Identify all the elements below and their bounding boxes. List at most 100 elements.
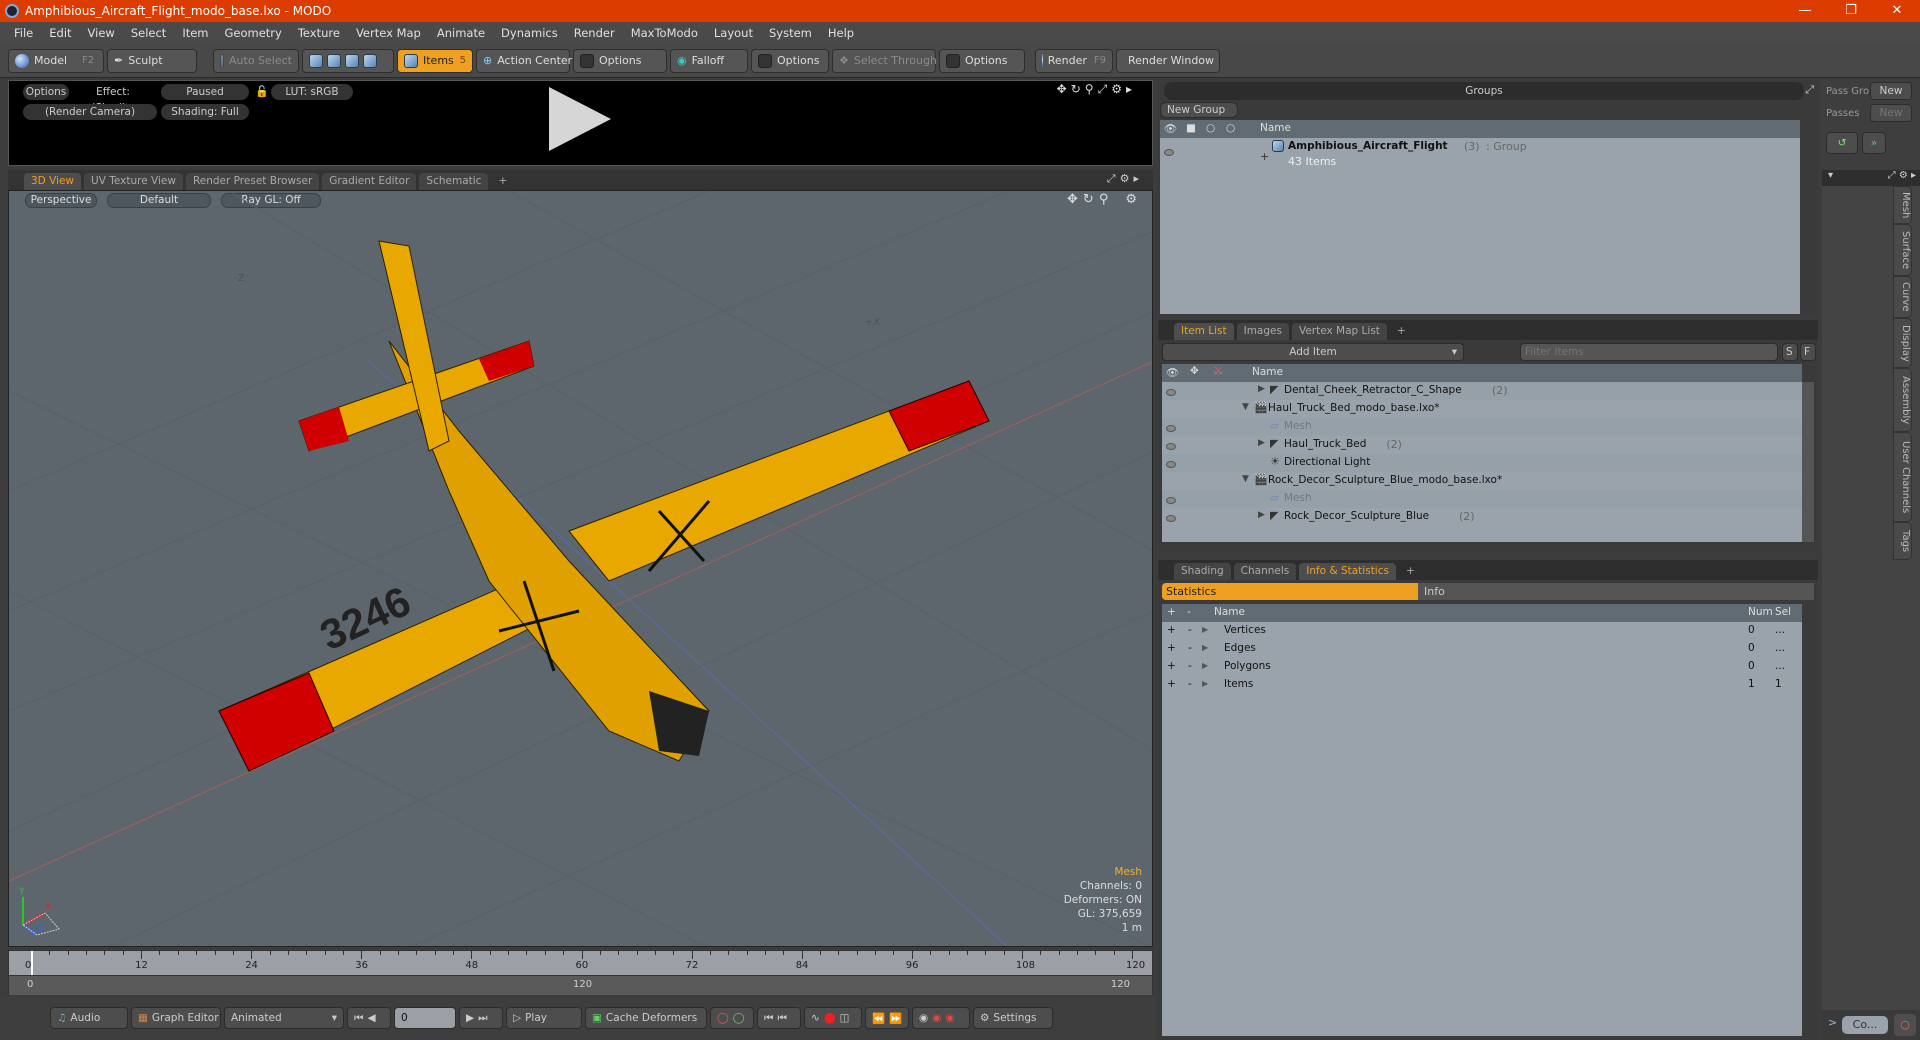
tab-info-statistics[interactable]: Info & Statistics (1299, 563, 1396, 580)
tab-3d-view[interactable]: 3D View (24, 173, 82, 190)
item-list-row[interactable]: ☀ Directional Light (1162, 454, 1802, 472)
stats-row[interactable]: + - ▶ Vertices 0 ... (1162, 622, 1802, 640)
side-tab-curve[interactable]: Curve (1893, 276, 1912, 318)
cache-deformers-button[interactable]: ▣ Cache Deformers (585, 1007, 707, 1029)
maximize-icon[interactable]: ⤢ (1888, 170, 1896, 181)
item-list-row[interactable]: ▱ Mesh (1162, 490, 1802, 508)
tab-shading[interactable]: Shading (1174, 563, 1231, 580)
next-keyframe-icon[interactable]: ⏮ (777, 1012, 786, 1025)
close-button[interactable]: ✕ (1874, 0, 1920, 22)
paused-button[interactable]: Paused (161, 84, 249, 100)
axes-column-icon[interactable]: ⤩ (1214, 365, 1222, 378)
collapse-arrow-icon[interactable]: ▼ (1242, 474, 1249, 484)
gear-icon[interactable]: ⚙ (1899, 170, 1908, 181)
refresh-icon[interactable]: ↺ (1826, 132, 1858, 154)
current-frame-input[interactable]: 0 (394, 1007, 456, 1029)
arrow-right-icon[interactable]: ▸ (1126, 82, 1136, 96)
edges-mode-icon[interactable] (327, 53, 341, 68)
menu-texture[interactable]: Texture (290, 26, 348, 40)
menu-geometry[interactable]: Geometry (217, 26, 290, 40)
tab-schematic[interactable]: Schematic (419, 173, 489, 190)
step-forward-icon[interactable]: ▶ (466, 1012, 474, 1024)
select-through-options-button[interactable]: Options (939, 48, 1025, 73)
range-left-icon[interactable]: ⏪ (872, 1012, 885, 1025)
menu-view[interactable]: View (80, 26, 123, 40)
expand-arrow-icon[interactable]: ▶ (1202, 661, 1208, 670)
key-tool-1-icon[interactable]: ◉ (919, 1012, 928, 1024)
stats-row[interactable]: + - ▶ Items 1 1 (1162, 676, 1802, 694)
items-mode-button[interactable]: Items 5 (397, 48, 473, 73)
expand-plus-button[interactable]: + (1167, 642, 1176, 654)
item-list-row[interactable]: ▱ Mesh (1162, 418, 1802, 436)
stat-sel[interactable]: ... (1775, 642, 1785, 654)
new-pass-group-button[interactable]: New (1870, 82, 1912, 100)
maximize-icon[interactable]: ⤢ (1098, 82, 1112, 96)
timeline-ruler[interactable]: 0 12 24 36 48 60 72 84 96 108 120 (9, 951, 1152, 975)
side-tab-tags[interactable]: Tags (1893, 522, 1912, 560)
stat-sel[interactable]: ... (1775, 624, 1785, 636)
tab-uv-texture-view[interactable]: UV Texture View (84, 173, 183, 190)
collapse-minus-button[interactable]: - (1188, 624, 1192, 636)
expand-icon[interactable]: + (1260, 150, 1269, 163)
maximize-icon[interactable]: ⤢ (1805, 83, 1814, 97)
zoom-view-icon[interactable]: ⚲ (1085, 82, 1098, 96)
expand-plus-button[interactable]: + (1167, 678, 1176, 690)
name-column-header[interactable]: Name (1252, 366, 1283, 378)
tab-render-preset-browser[interactable]: Render Preset Browser (185, 173, 320, 190)
playhead[interactable] (31, 951, 33, 975)
visibility-eye-icon[interactable] (1166, 512, 1176, 525)
collapse-minus-button[interactable]: - (1188, 660, 1192, 672)
menu-dynamics[interactable]: Dynamics (493, 26, 566, 40)
rotate-view-icon[interactable]: ↻ (1071, 82, 1085, 96)
tab-vertex-map-list[interactable]: Vertex Map List (1291, 323, 1387, 340)
new-pass-button[interactable]: New (1870, 104, 1912, 122)
action-center-button[interactable]: ⊕ Action Center (476, 48, 572, 73)
collapse-arrow-icon[interactable]: ▼ (1242, 402, 1249, 412)
expand-arrow-icon[interactable]: ▶ (1202, 625, 1208, 634)
menu-edit[interactable]: Edit (41, 26, 79, 40)
item-list-row[interactable]: ▼ 🎬 Rock_Decor_Sculpture_Blue_modo_base.lx… (1162, 472, 1802, 490)
filter-items-input[interactable] (1520, 343, 1778, 361)
lut-dropdown[interactable]: LUT: sRGB (271, 84, 353, 100)
play-preview-icon[interactable] (549, 87, 611, 151)
side-tab-assembly[interactable]: Assembly (1893, 368, 1912, 432)
stats-num-header[interactable]: Num (1748, 606, 1773, 618)
timeline[interactable]: 0 12 24 36 48 60 72 84 96 108 120 0 120 120 (8, 950, 1153, 995)
side-tab-surface[interactable]: Surface (1893, 224, 1912, 276)
3d-viewport[interactable]: Perspective Default Ray GL: Off ✥↻⚲ ⚙ 32… (8, 190, 1153, 947)
key-tool-2-icon[interactable]: ◉ (932, 1012, 941, 1024)
shading-dropdown[interactable]: Shading: Full (161, 104, 249, 120)
filter-s-button[interactable]: S (1782, 343, 1798, 361)
stats-row[interactable]: + - ▶ Polygons 0 ... (1162, 658, 1802, 676)
visibility-eye-icon[interactable] (1164, 146, 1174, 159)
polygons-mode-icon[interactable] (345, 53, 359, 68)
materials-mode-icon[interactable] (363, 53, 377, 68)
chevron-down-icon[interactable]: ▾ (1828, 170, 1833, 181)
select-column-icon[interactable]: ○ (1226, 122, 1235, 134)
name-column-header[interactable]: Name (1260, 122, 1291, 134)
command-input[interactable]: Co... (1842, 1016, 1888, 1034)
tab-channels[interactable]: Channels (1233, 563, 1297, 580)
stats-row[interactable]: + - ▶ Edges 0 ... (1162, 640, 1802, 658)
expand-all-header[interactable]: + (1167, 606, 1176, 618)
expand-plus-button[interactable]: + (1167, 624, 1176, 636)
tab-images[interactable]: Images (1236, 323, 1289, 340)
step-back-icon[interactable]: ◀ (367, 1012, 375, 1024)
add-tab-button[interactable]: + (1390, 323, 1413, 340)
stats-name-header[interactable]: Name (1214, 606, 1245, 618)
visibility-eye-icon[interactable] (1166, 458, 1176, 471)
restore-button[interactable]: ❐ (1828, 0, 1874, 22)
tab-item-list[interactable]: Item List (1174, 323, 1234, 340)
item-list-row[interactable]: ▶ ◤ Rock_Decor_Sculpture_Blue (2) (1162, 508, 1802, 526)
skip-to-end-icon[interactable]: ⏭ (478, 1012, 487, 1025)
stats-sel-header[interactable]: Sel (1775, 606, 1791, 618)
audio-button[interactable]: ♫ Audio (50, 1007, 128, 1029)
record-icon[interactable]: ⬤ (824, 1012, 836, 1024)
menu-render[interactable]: Render (566, 26, 623, 40)
effect-dropdown[interactable]: Effect: (Shadi... (73, 84, 153, 114)
expand-arrow-icon[interactable]: ▶ (1258, 510, 1265, 520)
auto-select-button[interactable]: Auto Select (213, 48, 299, 73)
side-tab-display[interactable]: Display (1893, 318, 1912, 368)
action-center-options-button[interactable]: Options (573, 48, 667, 73)
collapse-minus-button[interactable]: - (1188, 678, 1192, 690)
